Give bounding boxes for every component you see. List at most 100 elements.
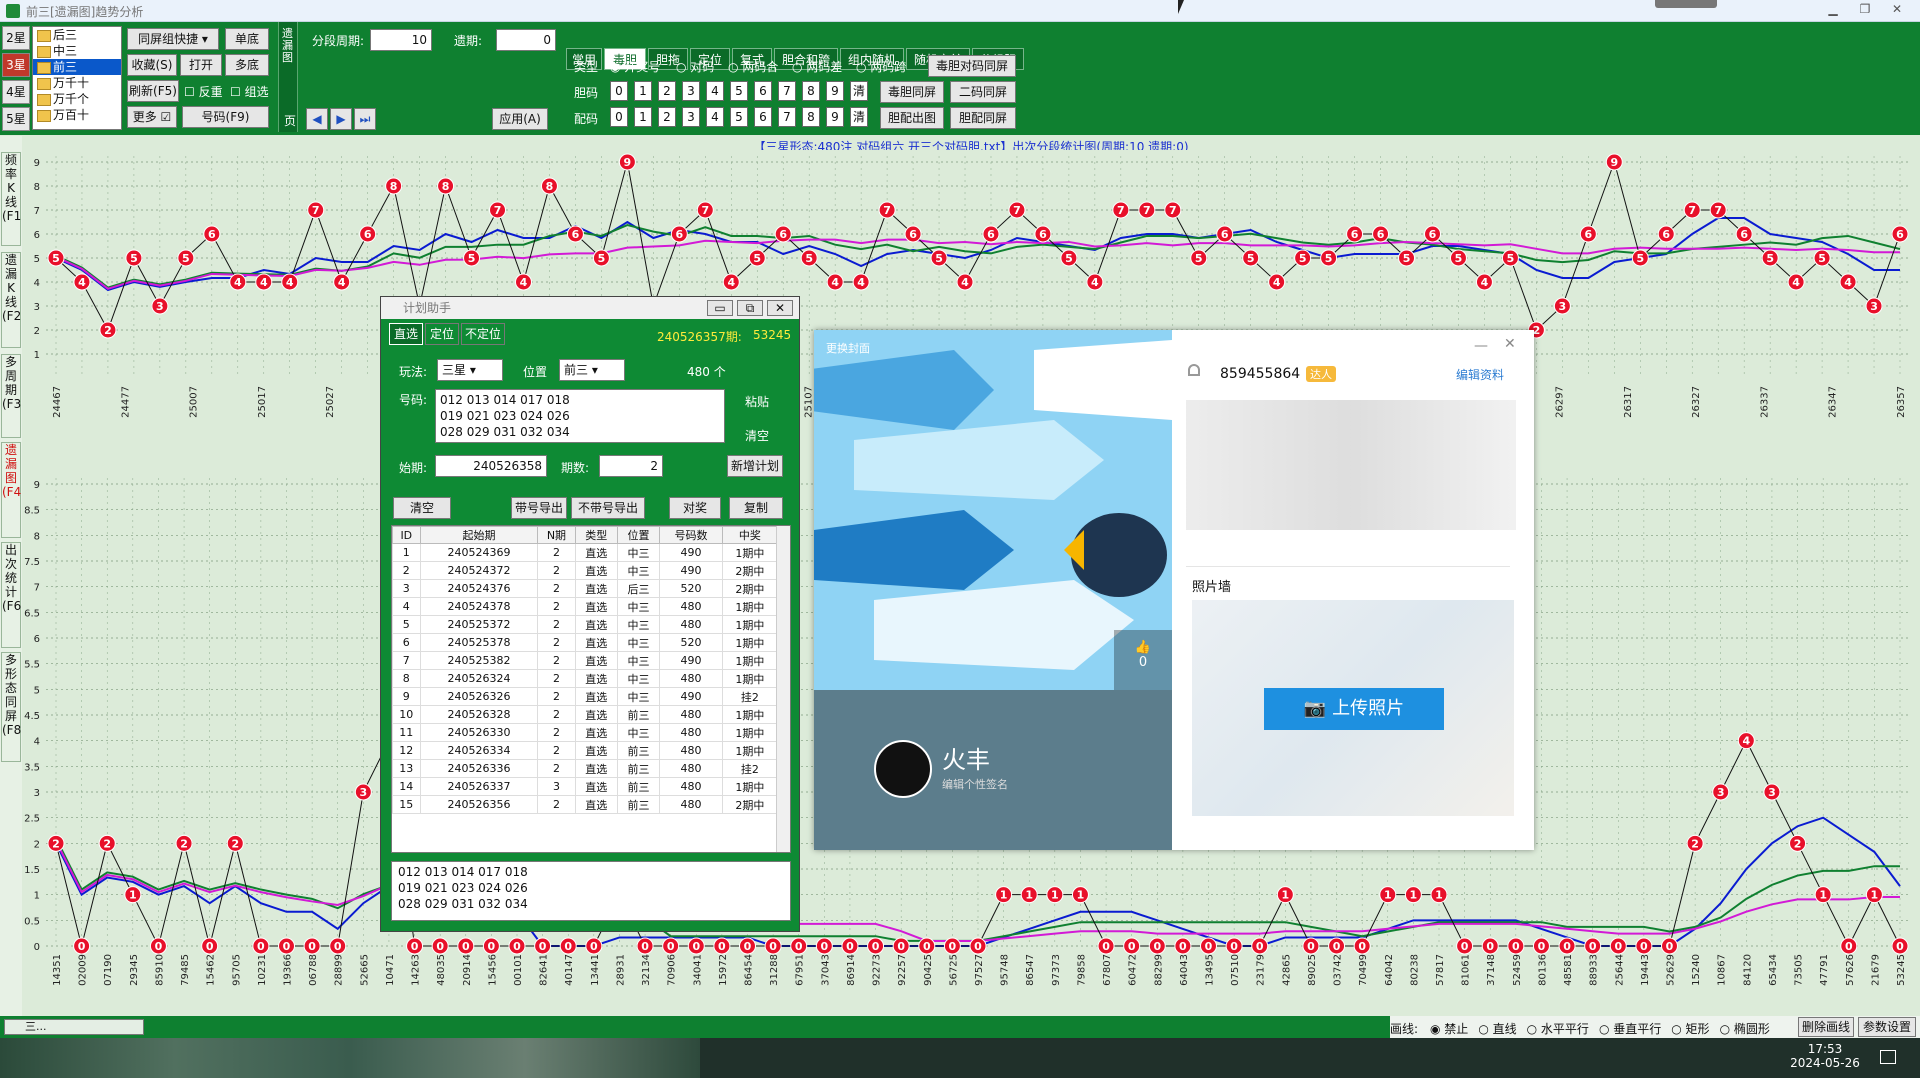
multi-button[interactable]: 多底 [225, 54, 269, 76]
digit-button[interactable]: 5 [730, 81, 748, 101]
star-2-button[interactable]: 2星 [2, 26, 30, 50]
data-point[interactable]: 0 [1456, 937, 1474, 955]
digit-button[interactable]: 6 [754, 107, 772, 127]
upload-photo-button[interactable]: 📷 上传照片 [1264, 688, 1444, 730]
data-point[interactable]: 0 [559, 937, 577, 955]
table-scrollbar[interactable] [776, 526, 790, 852]
data-point[interactable]: 0 [943, 937, 961, 955]
pos-select[interactable]: 前三 ▾ [559, 359, 625, 381]
data-point[interactable]: 0 [739, 937, 756, 955]
data-point[interactable]: 5 [1501, 249, 1519, 267]
data-point[interactable]: 3 [151, 297, 169, 315]
data-point[interactable]: 0 [1891, 937, 1909, 955]
data-point[interactable]: 4 [956, 273, 974, 291]
data-point[interactable]: 0 [1481, 937, 1499, 955]
data-point[interactable]: 0 [1328, 937, 1346, 955]
lag-input[interactable]: 0 [496, 29, 556, 51]
mini-window-tab[interactable]: 三... [4, 1019, 144, 1035]
data-point[interactable]: 2 [1789, 834, 1807, 852]
data-point[interactable]: 8 [385, 177, 403, 195]
digit-button[interactable]: 7 [778, 81, 796, 101]
data-point[interactable]: 5 [930, 249, 948, 267]
data-point[interactable]: 7 [1112, 201, 1130, 219]
digit-button[interactable]: 5 [730, 107, 748, 127]
data-point[interactable]: 5 [748, 249, 766, 267]
view-tab-f3[interactable]: 多周期(F3) [1, 354, 26, 438]
settings-button[interactable]: 参数设置 [1858, 1017, 1916, 1037]
pair-same-button[interactable]: 胆配同屏 [950, 107, 1016, 129]
data-point[interactable]: 2 [175, 834, 193, 852]
digit-button[interactable]: 清 [850, 81, 868, 101]
draw-option[interactable]: ○ 垂直平行 [1599, 1020, 1661, 1037]
star-3-button[interactable]: 3星 [2, 53, 30, 77]
table-row[interactable]: 6 240525378 2 直选 中三 520 1期中 [392, 633, 779, 652]
table-row[interactable]: 11 240526330 2 直选 中三 480 1期中 [392, 723, 779, 742]
pair-chart-button[interactable]: 胆配出图 [880, 107, 944, 129]
restore-button[interactable]: ❐ [1850, 2, 1880, 20]
draw-option[interactable]: ○ 椭圆形 [1720, 1020, 1770, 1037]
data-point[interactable]: 0 [1635, 937, 1653, 955]
profile-close-button[interactable]: ✕ [1504, 336, 1516, 352]
data-point[interactable]: 1 [1430, 886, 1448, 904]
data-point[interactable]: 1 [1814, 886, 1832, 904]
table-row[interactable]: 7 240525382 2 直选 中三 490 1期中 [392, 651, 779, 670]
data-point[interactable]: 4 [1086, 273, 1104, 291]
plan-tab-unfixed[interactable]: 不定位 [461, 323, 505, 345]
start-input[interactable]: 240526358 [435, 455, 547, 477]
data-point[interactable]: 6 [1346, 225, 1364, 243]
data-point[interactable]: 6 [359, 225, 377, 243]
data-point[interactable]: 4 [1737, 732, 1755, 750]
list-item[interactable]: 中三 [33, 43, 121, 59]
position-list[interactable]: 后三 中三 前三 万千十 万千个 万百十 [32, 26, 122, 130]
data-point[interactable]: 1 [1020, 886, 1038, 904]
digit-button[interactable]: 7 [778, 107, 796, 127]
draw-option[interactable]: ○ 直线 [1478, 1020, 1516, 1037]
data-point[interactable]: 7 [1683, 201, 1701, 219]
digit-button[interactable]: 6 [754, 81, 772, 101]
data-point[interactable]: 5 [592, 249, 610, 267]
data-point[interactable]: 7 [696, 201, 714, 219]
data-point[interactable]: 0 [1200, 937, 1217, 955]
digit-button[interactable]: 3 [682, 107, 700, 127]
data-point[interactable]: 7 [489, 201, 507, 219]
data-point[interactable]: 0 [406, 937, 424, 955]
table-row[interactable]: 12 240526334 2 直选 前三 480 1期中 [392, 741, 779, 760]
data-point[interactable]: 4 [255, 273, 273, 291]
table-row[interactable]: 13 240526336 2 直选 前三 480 挂2 [392, 759, 779, 778]
type-opt-open[interactable]: ◉ 开奖号 [610, 58, 660, 75]
periods-input[interactable]: 2 [599, 455, 663, 477]
play-select[interactable]: 三星 ▾ [437, 359, 503, 381]
clear-codes-button[interactable]: 清空 [745, 427, 769, 444]
view-tab-f1[interactable]: 频率K线(F1) [1, 152, 26, 246]
data-point[interactable]: 0 [1840, 937, 1858, 955]
poison-pair-button[interactable]: 毒胆对码同屏 [928, 55, 1016, 77]
digit-button[interactable]: 0 [610, 81, 628, 101]
digit-button[interactable]: 0 [610, 107, 628, 127]
award-button[interactable]: 对奖 [669, 497, 721, 519]
data-point[interactable]: 4 [229, 273, 247, 291]
edit-profile-link[interactable]: 编辑资料 [1456, 366, 1504, 383]
data-point[interactable]: 0 [764, 937, 782, 955]
data-point[interactable]: 5 [800, 249, 818, 267]
list-item[interactable]: 万千个 [33, 91, 121, 107]
data-point[interactable]: 0 [329, 937, 347, 955]
data-point[interactable]: 0 [1353, 937, 1371, 955]
view-tab-f2[interactable]: 遗漏K线(F2) [1, 252, 26, 348]
data-point[interactable]: 5 [47, 249, 65, 267]
data-point[interactable]: 1 [1046, 886, 1064, 904]
data-point[interactable]: 0 [482, 937, 500, 955]
delete-line-button[interactable]: 删除画线 [1798, 1017, 1854, 1037]
data-point[interactable]: 6 [1891, 225, 1909, 243]
digit-button[interactable]: 清 [850, 107, 868, 127]
star-4-button[interactable]: 4星 [2, 80, 30, 104]
data-point[interactable]: 7 [1709, 201, 1727, 219]
data-point[interactable]: 0 [534, 937, 552, 955]
data-point[interactable]: 0 [1174, 937, 1192, 955]
data-point[interactable]: 1 [1865, 886, 1883, 904]
table-row[interactable]: 9 240526326 2 直选 中三 490 挂2 [392, 687, 779, 706]
apply-button[interactable]: 应用(A) [492, 108, 548, 130]
data-point[interactable]: 5 [1813, 249, 1831, 267]
data-point[interactable]: 6 [203, 225, 221, 243]
data-point[interactable]: 2 [47, 834, 65, 852]
table-row[interactable]: 2 240524372 2 直选 中三 490 2期中 [392, 561, 779, 580]
